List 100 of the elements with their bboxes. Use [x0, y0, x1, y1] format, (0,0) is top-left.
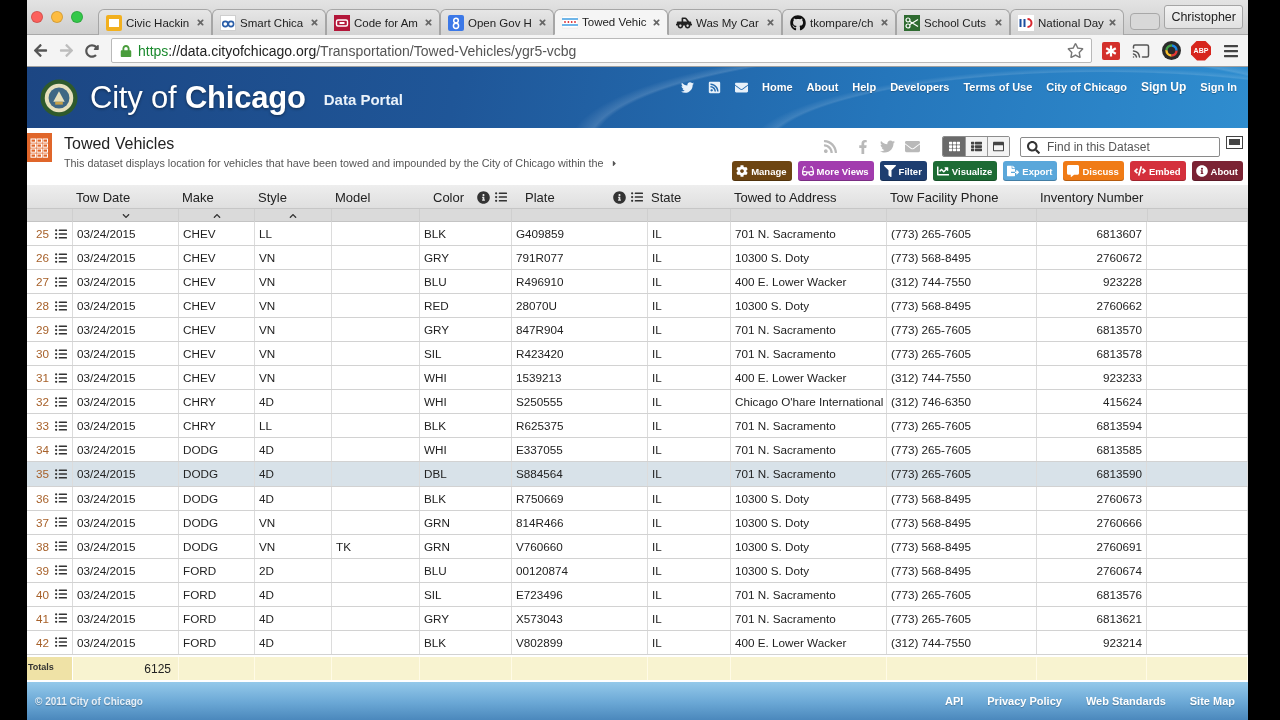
address-field[interactable]: https://data.cityofchicago.org/Transportation/Towed-Vehicles/ygr5-vcbg [111, 38, 1092, 63]
action-button[interactable]: About [1191, 161, 1243, 181]
list-icon[interactable] [55, 516, 67, 529]
action-button[interactable]: Visualize [932, 161, 998, 181]
nav-link[interactable]: Developers [890, 81, 950, 93]
action-button[interactable]: Manage [732, 161, 792, 181]
list-icon[interactable] [55, 227, 67, 240]
list-icon[interactable] [55, 251, 67, 264]
table-row[interactable]: 26 03/24/2015 CHEV VN GRY 791R077 IL 10300 S. Doty (773) 568-8495 2760672 [27, 246, 1248, 271]
nav-link[interactable]: Home [761, 81, 793, 93]
close-window-button[interactable] [31, 11, 43, 23]
ring-icon[interactable] [1161, 41, 1181, 60]
table-row[interactable]: 41 03/24/2015 FORD 4D GRY X573043 IL 701 N. Sacramento (773) 265-7605 6813621 [27, 606, 1248, 631]
browser-tab[interactable]: tkompare/ch [782, 9, 896, 35]
nav-link[interactable]: Terms of Use [963, 81, 1033, 93]
table-row[interactable]: 32 03/24/2015 CHRY 4D WHI S250555 IL Chicago O'hare International (312) 746-6350 415624 [27, 390, 1248, 415]
caret-up-icon[interactable] [289, 211, 297, 220]
cast-icon[interactable] [1132, 41, 1150, 60]
list-icon[interactable] [55, 492, 67, 505]
list-icon[interactable] [55, 275, 67, 288]
nav-link[interactable]: City of Chicago [1046, 81, 1127, 93]
browser-tab[interactable]: School Cuts [896, 9, 1010, 35]
action-button[interactable]: More Views [797, 161, 874, 181]
list-icon[interactable] [55, 612, 67, 625]
list-icon[interactable] [631, 191, 643, 203]
row-number: 28 [35, 299, 49, 313]
browser-tab[interactable]: Was My Car [668, 9, 782, 35]
close-icon[interactable] [880, 18, 889, 27]
profile-button[interactable]: Christopher [1164, 5, 1243, 29]
view-mode-button[interactable] [987, 137, 1009, 156]
bird-icon[interactable] [680, 80, 694, 94]
rss-icon[interactable] [707, 80, 721, 94]
search-field[interactable]: Find in this Dataset [1020, 136, 1220, 157]
asterisk-icon[interactable] [1102, 41, 1120, 60]
info-icon[interactable] [477, 190, 490, 204]
info-icon[interactable] [613, 190, 626, 204]
browser-tab[interactable]: National Day [1010, 9, 1124, 35]
table-row[interactable]: 25 03/24/2015 CHEV LL BLK G409859 IL 701 N. Sacramento (773) 265-7605 6813607 [27, 222, 1248, 247]
close-icon[interactable] [424, 18, 433, 27]
menu-icon[interactable] [1223, 42, 1239, 59]
caret-up-icon[interactable] [212, 211, 221, 220]
list-icon[interactable] [55, 347, 67, 360]
list-icon[interactable] [495, 191, 507, 203]
table-cell: 6813576 [1037, 582, 1147, 606]
reload-icon[interactable] [85, 43, 99, 58]
list-icon[interactable] [55, 564, 67, 577]
table-row[interactable]: 31 03/24/2015 CHEV VN WHI 1539213 IL 400 E. Lower Wacker (312) 744-7550 923233 [27, 366, 1248, 391]
list-icon[interactable] [55, 395, 67, 408]
action-button[interactable]: Embed [1129, 161, 1186, 181]
view-mode-button[interactable] [943, 137, 965, 156]
list-icon[interactable] [55, 299, 67, 312]
table-row[interactable]: 40 03/24/2015 FORD 4D SIL E723496 IL 701 N. Sacramento (773) 265-7605 6813576 [27, 582, 1248, 607]
action-button[interactable]: Filter [879, 161, 927, 181]
view-mode-button[interactable] [965, 137, 987, 156]
table-row[interactable]: 34 03/24/2015 DODG 4D WHI E337055 IL 701 N. Sacramento (773) 265-7605 6813585 [27, 438, 1248, 463]
table-cell: 4D [255, 438, 332, 462]
list-icon[interactable] [55, 443, 67, 456]
list-icon[interactable] [55, 323, 67, 336]
table-row[interactable]: 33 03/24/2015 CHRY LL BLK R625375 IL 701 N. Sacramento (773) 265-7605 6813594 [27, 414, 1248, 439]
list-icon[interactable] [55, 636, 67, 649]
site-title: City of Chicago [90, 79, 306, 116]
table-row[interactable]: 28 03/24/2015 CHEV VN RED 28070U IL 10300 S. Doty (773) 568-8495 2760662 [27, 294, 1248, 319]
browser-tab[interactable]: Smart Chica [212, 9, 326, 35]
table-row[interactable]: 39 03/24/2015 FORD 2D BLU 00120874 IL 10300 S. Doty (773) 568-8495 2760674 [27, 558, 1248, 583]
close-icon[interactable] [994, 18, 1003, 27]
table-row[interactable]: 37 03/24/2015 DODG VN GRN 814R466 IL 10300 S. Doty (773) 568-8495 2760666 [27, 510, 1248, 535]
list-icon[interactable] [55, 588, 67, 601]
table-row[interactable]: 30 03/24/2015 CHEV VN SIL R423420 IL 701 N. Sacramento (773) 265-7605 6813578 [27, 342, 1248, 367]
table-row[interactable]: 35 03/24/2015 DODG 4D DBL S884564 IL 701 N. Sacramento (773) 265-7605 6813590 [27, 462, 1248, 487]
close-icon[interactable] [310, 18, 319, 27]
browser-tab[interactable]: Towed Vehic [554, 9, 668, 35]
browser-tab[interactable]: Open Gov H [440, 9, 554, 35]
list-icon[interactable] [55, 419, 67, 432]
table-row[interactable]: 27 03/24/2015 CHEV VN BLU R496910 IL 400 E. Lower Wacker (312) 744-7550 923228 [27, 270, 1248, 295]
mail-icon[interactable] [734, 80, 748, 94]
window-icon[interactable] [1226, 136, 1243, 149]
table-row[interactable]: 36 03/24/2015 DODG 4D BLK R750669 IL 10300 S. Doty (773) 568-8495 2760673 [27, 486, 1248, 511]
table-row[interactable]: 29 03/24/2015 CHEV VN GRY 847R904 IL 701 N. Sacramento (773) 265-7605 6813570 [27, 318, 1248, 343]
nav-link[interactable]: Help [852, 81, 877, 93]
close-icon[interactable] [1108, 18, 1117, 27]
close-icon[interactable] [538, 18, 547, 27]
table-row[interactable]: 38 03/24/2015 DODG VN TK GRN V760660 IL 10300 S. Doty (773) 568-8495 2760691 [27, 534, 1248, 559]
table-cell: (773) 265-7605 [887, 342, 1037, 366]
back-arrow-icon[interactable] [32, 43, 48, 58]
list-icon[interactable] [55, 371, 67, 384]
nav-link[interactable]: Sign In [1200, 81, 1237, 93]
star-icon[interactable] [1067, 42, 1084, 59]
caret-down-icon[interactable] [121, 211, 130, 220]
list-icon[interactable] [55, 540, 67, 553]
row-number: 30 [35, 347, 49, 361]
list-icon[interactable] [55, 468, 67, 480]
nav-link[interactable]: About [806, 81, 839, 93]
table-row[interactable]: 42 03/24/2015 FORD 4D BLK V802899 IL 400 E. Lower Wacker (312) 744-7550 923214 [27, 630, 1248, 655]
browser-tab[interactable]: Code for Am [326, 9, 440, 35]
browser-tab[interactable]: Civic Hackin [98, 9, 212, 35]
close-icon[interactable] [652, 17, 661, 27]
nav-link[interactable]: Sign Up [1141, 80, 1187, 94]
close-icon[interactable] [196, 18, 205, 27]
close-icon[interactable] [766, 18, 775, 27]
table-cell: 2760666 [1037, 510, 1147, 534]
